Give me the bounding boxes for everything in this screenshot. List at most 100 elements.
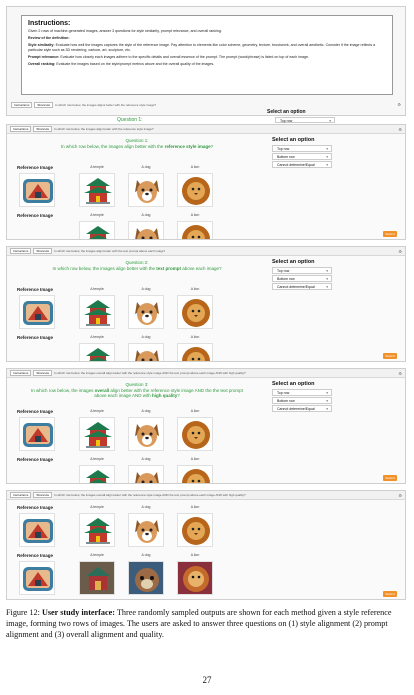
survey-panel: Instructions Shortcuts In which row belo… [6, 246, 406, 362]
submit-button[interactable]: Submit [383, 591, 397, 597]
prompt-label: A lion [190, 335, 200, 339]
generated-image [177, 561, 213, 595]
tab-instructions[interactable]: Instructions [10, 248, 32, 254]
prompt-label: A dog [141, 165, 151, 169]
instructions-panel: Instructions: Given 2 rows of machine-ge… [6, 6, 406, 124]
generated-image [79, 513, 115, 547]
gear-icon[interactable]: ⚙ [398, 371, 402, 376]
survey-panel: Instructions Shortcuts In which row belo… [6, 368, 406, 484]
row-label: Reference Image [17, 213, 54, 218]
prompt-label: A dog [141, 457, 151, 461]
generated-image [128, 343, 164, 361]
generated-image [128, 173, 164, 207]
option-select[interactable]: Top row [275, 117, 335, 124]
prompt-label: A lion [190, 287, 200, 291]
option-1[interactable]: Bottom row [272, 275, 332, 282]
option-2[interactable]: Cannot determine/Equal [272, 405, 332, 412]
panel-toolbar: Instructions Shortcuts In which row belo… [7, 247, 405, 256]
survey-panel: Instructions Shortcuts In which row belo… [6, 490, 406, 600]
reference-image [19, 417, 55, 451]
row-label: Reference Image [17, 457, 54, 462]
question-text: Question 1: In which row below, the image… [60, 138, 214, 149]
tab-instructions[interactable]: Instructions [10, 370, 32, 376]
prompt-label: A dog [141, 335, 151, 339]
prompt-label: A temple [90, 457, 104, 461]
option-heading: Select an option [272, 259, 315, 265]
overall-definition: Overall ranking: Evaluate the images bas… [28, 62, 215, 66]
panel-toolbar: Instructions Shortcuts In which row belo… [7, 125, 405, 134]
option-2[interactable]: Cannot determine/Equal [272, 161, 332, 168]
toolbar-question: In which row below, the images overall a… [54, 493, 246, 497]
generated-image [128, 417, 164, 451]
style-definition: Style similarity: Evaluate how well the … [28, 43, 376, 52]
gear-icon[interactable]: ⚙ [398, 249, 402, 254]
gear-icon[interactable]: ⚙ [398, 493, 402, 498]
prompt-label: A temple [90, 505, 104, 509]
option-heading: Select an option [272, 381, 315, 387]
gear-icon[interactable]: ⚙ [397, 102, 401, 107]
prompt-label: A dog [141, 213, 151, 217]
option-0[interactable]: Top row [272, 145, 332, 152]
reference-image [19, 173, 55, 207]
select-heading: Select an option [267, 109, 306, 115]
prompt-label: A lion [190, 553, 200, 557]
row-label: Reference Image [17, 505, 54, 510]
reference-image [19, 295, 55, 329]
tab-shortcuts[interactable]: Shortcuts [33, 248, 53, 254]
submit-button[interactable]: Submit [383, 353, 397, 359]
generated-image [177, 465, 213, 483]
tab-instructions[interactable]: Instructions [10, 492, 32, 498]
prompt-label: A temple [90, 553, 104, 557]
submit-button[interactable]: Submit [383, 231, 397, 237]
prompt-definition: Prompt relevance: Evaluate how closely e… [28, 55, 309, 59]
submit-button[interactable]: Submit [383, 475, 397, 481]
prompt-label: A temple [90, 213, 104, 217]
generated-image [128, 513, 164, 547]
option-1[interactable]: Bottom row [272, 153, 332, 160]
generated-image [177, 417, 213, 451]
generated-image [177, 343, 213, 361]
page-number: 27 [202, 675, 212, 685]
gear-icon[interactable]: ⚙ [398, 127, 402, 132]
prompt-label: A dog [141, 553, 151, 557]
survey-panel: Instructions Shortcuts In which row belo… [6, 124, 406, 240]
toolbar-question: In which row below, the images overall a… [54, 371, 246, 375]
generated-image [177, 173, 213, 207]
tab-shortcuts[interactable]: Shortcuts [33, 370, 53, 376]
figure-caption: Figure 12: User study interface: Three r… [6, 608, 392, 639]
option-2[interactable]: Cannot determine/Equal [272, 283, 332, 290]
tab-instructions[interactable]: Instructions [10, 126, 32, 132]
panel-toolbar: Instructions Shortcuts In which row belo… [7, 491, 405, 500]
tab-shortcuts[interactable]: Shortcuts [34, 101, 54, 108]
prompt-label: A dog [141, 287, 151, 291]
option-group: Select an option Top rowBottom rowCannot … [272, 381, 402, 412]
option-0[interactable]: Top row [272, 389, 332, 396]
generated-image [79, 295, 115, 329]
tab-instructions[interactable]: Instructions [11, 101, 33, 108]
option-heading: Select an option [272, 137, 315, 143]
prompt-label: A lion [190, 457, 200, 461]
question-text: Question 3: In which row below, the image… [31, 382, 243, 398]
question-text: Question 2: In which row below, the image… [52, 260, 222, 271]
prompt-label: A temple [90, 165, 104, 169]
row-label: Reference Image [17, 165, 54, 170]
panel-toolbar: Instructions Shortcuts In which row belo… [7, 369, 405, 378]
generated-image [177, 295, 213, 329]
generated-image [128, 561, 164, 595]
option-group: Select an option Top rowBottom rowCannot … [272, 259, 402, 290]
instructions-box: Instructions: Given 2 rows of machine-ge… [21, 15, 393, 95]
prompt-label: A temple [90, 409, 104, 413]
generated-image [128, 465, 164, 483]
toolbar-question: In which row below, the images aligns be… [55, 102, 157, 107]
prompt-label: A temple [90, 287, 104, 291]
generated-image [79, 343, 115, 361]
generated-image [79, 173, 115, 207]
tab-shortcuts[interactable]: Shortcuts [33, 492, 53, 498]
prompt-label: A lion [190, 505, 200, 509]
toolbar-question: In which row below, the images align bet… [54, 249, 166, 253]
option-1[interactable]: Bottom row [272, 397, 332, 404]
tab-shortcuts[interactable]: Shortcuts [33, 126, 53, 132]
option-group: Select an option Top rowBottom rowCannot … [272, 137, 402, 168]
option-0[interactable]: Top row [272, 267, 332, 274]
generated-image [128, 221, 164, 239]
